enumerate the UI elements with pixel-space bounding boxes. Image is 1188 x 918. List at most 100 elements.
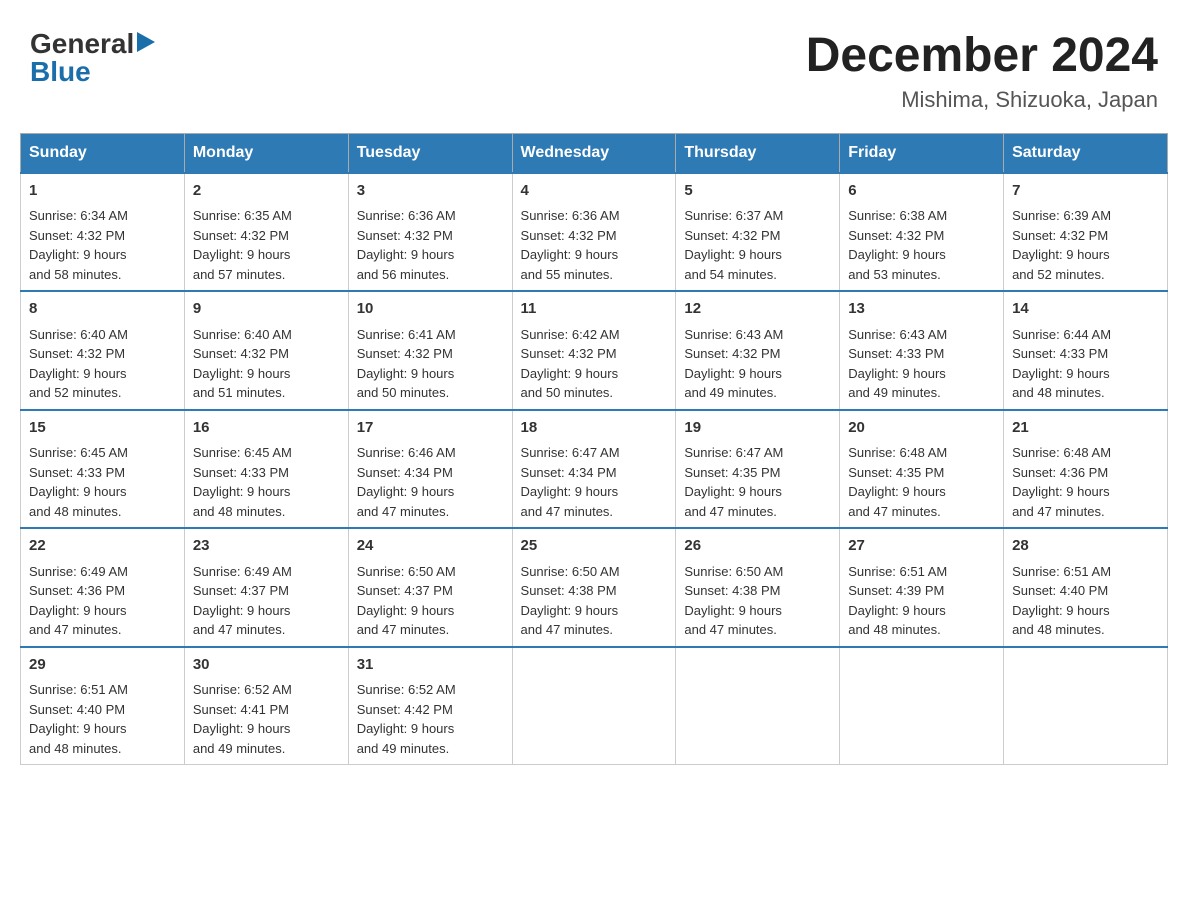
daylight-info: Daylight: 9 hours	[684, 364, 831, 384]
day-number: 19	[684, 417, 831, 440]
sunset-info: Sunset: 4:32 PM	[193, 344, 340, 364]
sunset-info: Sunset: 4:32 PM	[193, 226, 340, 246]
sunset-info: Sunset: 4:40 PM	[29, 700, 176, 720]
page-header: General Blue December 2024 Mishima, Shiz…	[20, 20, 1168, 113]
sunset-info: Sunset: 4:35 PM	[848, 463, 995, 483]
sunrise-info: Sunrise: 6:47 AM	[521, 443, 668, 463]
sunset-info: Sunset: 4:32 PM	[357, 226, 504, 246]
table-row: 20Sunrise: 6:48 AMSunset: 4:35 PMDayligh…	[840, 410, 1004, 529]
table-row: 21Sunrise: 6:48 AMSunset: 4:36 PMDayligh…	[1004, 410, 1168, 529]
calendar-week-row: 29 Sunrise: 6:51 AMSunset: 4:40 PM Dayligh…	[21, 647, 1168, 765]
daylight-minutes: and 47 minutes.	[684, 620, 831, 640]
sunset-info: Sunset: 4:34 PM	[357, 463, 504, 483]
table-row: 28Sunrise: 6:51 AMSunset: 4:40 PMDayligh…	[1004, 528, 1168, 647]
day-number: 8	[29, 298, 176, 321]
day-number: 15	[29, 417, 176, 440]
sunset-info: Sunset: 4:38 PM	[521, 581, 668, 601]
col-saturday: Saturday	[1004, 133, 1168, 173]
table-row: 27Sunrise: 6:51 AMSunset: 4:39 PMDayligh…	[840, 528, 1004, 647]
sunset-info: Sunset: 4:32 PM	[521, 226, 668, 246]
day-number: 29	[29, 654, 176, 677]
sunrise-info: Sunrise: 6:50 AM	[521, 562, 668, 582]
sunrise-info: Sunrise: 6:34 AM	[29, 206, 176, 226]
daylight-info: Daylight: 9 hours	[193, 719, 340, 739]
col-sunday: Sunday	[21, 133, 185, 173]
table-row	[512, 647, 676, 765]
sunrise-info: Sunrise: 6:35 AM	[193, 206, 340, 226]
daylight-minutes: and 47 minutes.	[521, 502, 668, 522]
sunset-info: Sunset: 4:32 PM	[521, 344, 668, 364]
daylight-minutes: and 49 minutes.	[193, 739, 340, 759]
day-number: 30	[193, 654, 340, 677]
table-row: 10Sunrise: 6:41 AMSunset: 4:32 PMDayligh…	[348, 291, 512, 410]
logo-blue-text: Blue	[30, 56, 91, 87]
daylight-minutes: and 52 minutes.	[1012, 265, 1159, 285]
daylight-minutes: and 49 minutes.	[848, 383, 995, 403]
sunset-info: Sunset: 4:37 PM	[193, 581, 340, 601]
daylight-minutes: and 48 minutes.	[1012, 383, 1159, 403]
table-row	[676, 647, 840, 765]
calendar-title: December 2024	[806, 30, 1158, 83]
daylight-info: Daylight: 9 hours	[848, 601, 995, 621]
daylight-minutes: and 50 minutes.	[521, 383, 668, 403]
calendar-week-row: 22Sunrise: 6:49 AMSunset: 4:36 PMDayligh…	[21, 528, 1168, 647]
sunrise-info: Sunrise: 6:45 AM	[29, 443, 176, 463]
table-row: 13Sunrise: 6:43 AMSunset: 4:33 PMDayligh…	[840, 291, 1004, 410]
day-number: 5	[684, 180, 831, 203]
daylight-info: Daylight: 9 hours	[29, 601, 176, 621]
sunrise-info: Sunrise: 6:52 AM	[357, 680, 504, 700]
table-row: 29Sunrise: 6:51 AMSunset: 4:40 PMDayligh…	[21, 647, 185, 765]
sunset-info: Sunset: 4:32 PM	[29, 226, 176, 246]
daylight-minutes: and 54 minutes.	[684, 265, 831, 285]
daylight-info: Daylight: 9 hours	[193, 245, 340, 265]
sunset-info: Sunset: 4:35 PM	[684, 463, 831, 483]
daylight-minutes: and 47 minutes.	[521, 620, 668, 640]
table-row: 19Sunrise: 6:47 AMSunset: 4:35 PMDayligh…	[676, 410, 840, 529]
daylight-minutes: and 47 minutes.	[1012, 502, 1159, 522]
calendar-table: Sunday Monday Tuesday Wednesday Thursday…	[20, 133, 1168, 766]
daylight-info: Daylight: 9 hours	[193, 364, 340, 384]
day-number: 2	[193, 180, 340, 203]
daylight-info: Daylight: 9 hours	[357, 719, 504, 739]
col-wednesday: Wednesday	[512, 133, 676, 173]
day-number: 10	[357, 298, 504, 321]
table-row: 2 Sunrise: 6:35 AMSunset: 4:32 PMDaylight…	[184, 173, 348, 292]
calendar-week-row: 1Sunrise: 6:34 AMSunset: 4:32 PMDaylight…	[21, 173, 1168, 292]
sunrise-info: Sunrise: 6:43 AM	[848, 325, 995, 345]
day-number: 28	[1012, 535, 1159, 558]
day-number: 1	[29, 180, 176, 203]
daylight-minutes: and 55 minutes.	[521, 265, 668, 285]
sunrise-info: Sunrise: 6:51 AM	[29, 680, 176, 700]
sunrise-info: Sunrise: 6:36 AM	[521, 206, 668, 226]
sunrise-info: Sunrise: 6:39 AM	[1012, 206, 1159, 226]
daylight-info: Daylight: 9 hours	[684, 601, 831, 621]
daylight-info: Daylight: 9 hours	[848, 364, 995, 384]
table-row: 18Sunrise: 6:47 AMSunset: 4:34 PMDayligh…	[512, 410, 676, 529]
daylight-info: Daylight: 9 hours	[848, 245, 995, 265]
sunset-info: Sunset: 4:39 PM	[848, 581, 995, 601]
day-number: 11	[521, 298, 668, 321]
table-row: 25Sunrise: 6:50 AMSunset: 4:38 PMDayligh…	[512, 528, 676, 647]
daylight-minutes: and 49 minutes.	[357, 739, 504, 759]
sunrise-info: Sunrise: 6:42 AM	[521, 325, 668, 345]
sunrise-info: Sunrise: 6:52 AM	[193, 680, 340, 700]
day-number: 12	[684, 298, 831, 321]
daylight-info: Daylight: 9 hours	[1012, 364, 1159, 384]
table-row: 16Sunrise: 6:45 AMSunset: 4:33 PMDayligh…	[184, 410, 348, 529]
day-number: 20	[848, 417, 995, 440]
table-row: 9Sunrise: 6:40 AMSunset: 4:32 PMDaylight…	[184, 291, 348, 410]
calendar-week-row: 15Sunrise: 6:45 AMSunset: 4:33 PMDayligh…	[21, 410, 1168, 529]
sunrise-info: Sunrise: 6:37 AM	[684, 206, 831, 226]
daylight-info: Daylight: 9 hours	[684, 245, 831, 265]
day-number: 13	[848, 298, 995, 321]
sunset-info: Sunset: 4:32 PM	[684, 344, 831, 364]
logo: General Blue	[30, 30, 155, 86]
daylight-info: Daylight: 9 hours	[1012, 245, 1159, 265]
sunset-info: Sunset: 4:32 PM	[684, 226, 831, 246]
calendar-week-row: 8Sunrise: 6:40 AMSunset: 4:32 PMDaylight…	[21, 291, 1168, 410]
daylight-minutes: and 47 minutes.	[684, 502, 831, 522]
sunrise-info: Sunrise: 6:45 AM	[193, 443, 340, 463]
table-row: 14Sunrise: 6:44 AMSunset: 4:33 PMDayligh…	[1004, 291, 1168, 410]
day-number: 18	[521, 417, 668, 440]
day-number: 27	[848, 535, 995, 558]
